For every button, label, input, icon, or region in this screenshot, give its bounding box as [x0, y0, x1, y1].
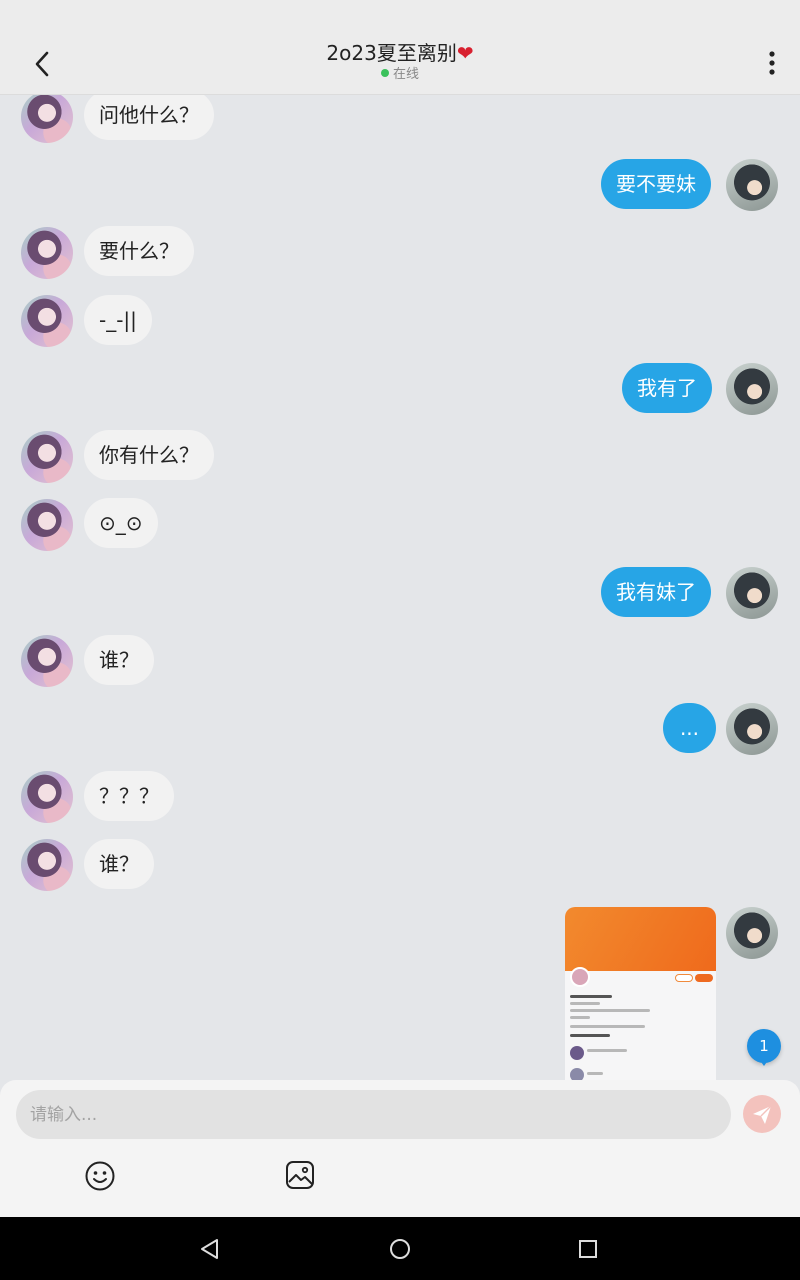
contact-avatar[interactable] — [21, 95, 73, 143]
contact-avatar[interactable] — [21, 295, 73, 347]
message-bubble-received[interactable]: 你有什么？ — [84, 430, 214, 480]
online-dot-icon — [380, 69, 389, 77]
contact-avatar[interactable] — [21, 227, 73, 279]
my-avatar[interactable] — [726, 703, 778, 755]
image-line — [587, 1049, 627, 1052]
image-action-pill — [695, 974, 713, 982]
heart-icon: ❤ — [456, 41, 474, 65]
circle-home-icon — [390, 1239, 410, 1259]
message-bubble-received[interactable]: 谁？ — [84, 839, 154, 889]
contact-avatar[interactable] — [21, 431, 73, 483]
image-thumb — [570, 1068, 584, 1080]
message-bubble-received[interactable]: 要什么？ — [84, 226, 194, 276]
image-banner — [565, 907, 716, 971]
triangle-back-icon — [201, 1239, 218, 1259]
image-line — [570, 1025, 645, 1028]
my-avatar[interactable] — [726, 363, 778, 415]
emoji-button[interactable] — [84, 1160, 116, 1192]
system-nav-bar — [0, 1217, 800, 1280]
more-button[interactable] — [752, 44, 792, 84]
image-line — [570, 1016, 590, 1019]
message-bubble-sent[interactable]: ... — [663, 703, 716, 753]
contact-avatar[interactable] — [21, 635, 73, 687]
image-line — [570, 995, 612, 998]
my-avatar[interactable] — [726, 567, 778, 619]
chat-title: 2o23夏至离别❤ — [200, 40, 600, 66]
nav-back-button[interactable] — [196, 1235, 224, 1263]
contact-avatar[interactable] — [21, 771, 73, 823]
image-line — [570, 1002, 600, 1005]
image-message[interactable] — [565, 907, 716, 1080]
image-thumb — [570, 1046, 584, 1060]
contact-avatar[interactable] — [21, 839, 73, 891]
image-line — [570, 1034, 610, 1037]
back-button[interactable] — [24, 44, 64, 84]
send-icon — [753, 1105, 772, 1124]
image-button[interactable] — [285, 1160, 315, 1190]
send-button[interactable] — [743, 1095, 781, 1133]
nav-recents-button[interactable] — [574, 1235, 602, 1263]
message-list[interactable]: 问他什么？ 要不要妹 要什么？ -_-|| 我有了 你有什么？ ⊙_⊙ 我有妹了… — [0, 95, 800, 1080]
my-avatar[interactable] — [726, 907, 778, 959]
nav-home-button[interactable] — [386, 1235, 414, 1263]
message-bubble-received[interactable]: -_-|| — [84, 295, 152, 345]
image-avatar — [570, 967, 590, 987]
square-recents-icon — [579, 1240, 597, 1258]
message-bubble-received[interactable]: ⊙_⊙ — [84, 498, 158, 548]
chat-title-block: 2o23夏至离别❤ 在线 — [200, 40, 600, 84]
image-line — [587, 1072, 603, 1075]
message-bubble-sent[interactable]: 我有妹了 — [601, 567, 711, 617]
chevron-left-icon — [35, 51, 49, 77]
message-bubble-received[interactable]: ？？？ — [84, 771, 174, 821]
message-bubble-received[interactable]: 谁？ — [84, 635, 154, 685]
input-bar — [0, 1080, 800, 1217]
message-bubble-sent[interactable]: 我有了 — [622, 363, 712, 413]
my-avatar[interactable] — [726, 159, 778, 211]
emoji-icon — [85, 1161, 115, 1191]
contact-name: 2o23夏至离别 — [326, 41, 457, 65]
status-text: 在线 — [392, 67, 419, 82]
chat-header: 2o23夏至离别❤ 在线 — [0, 0, 800, 95]
image-icon — [286, 1161, 314, 1189]
image-line — [570, 1009, 650, 1012]
message-input[interactable] — [16, 1090, 731, 1139]
unread-count-badge[interactable]: 1 — [747, 1029, 781, 1066]
contact-avatar[interactable] — [21, 499, 73, 551]
message-bubble-sent[interactable]: 要不要妹 — [601, 159, 711, 209]
message-bubble-received[interactable]: 问他什么？ — [84, 95, 214, 140]
image-follow-pill — [675, 974, 693, 982]
more-vertical-icon — [769, 51, 775, 75]
online-status: 在线 — [200, 66, 600, 84]
